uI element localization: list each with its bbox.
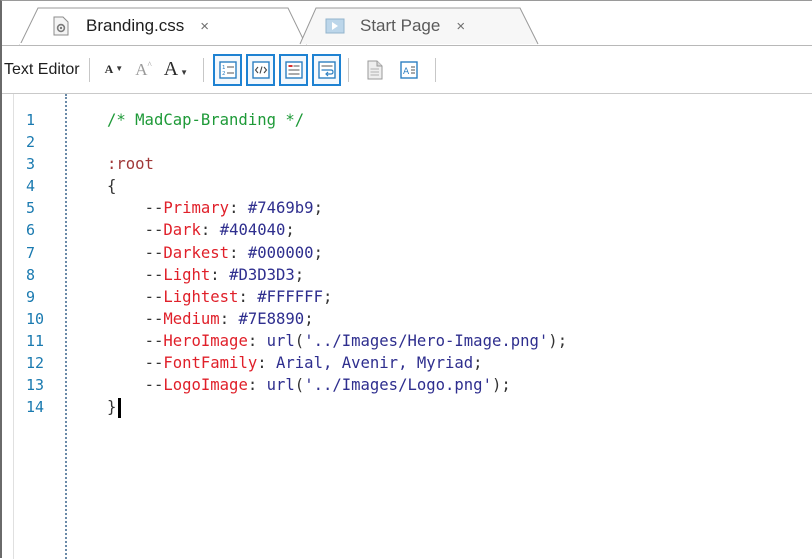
toolbar-separator: [435, 57, 437, 82]
toolbar-separator: [348, 57, 350, 82]
code-line-declaration: --Medium: #7E8890;: [144, 309, 314, 328]
line-number: 2: [26, 133, 36, 152]
svg-text:2: 2: [222, 71, 226, 77]
code-view-icon[interactable]: [246, 53, 276, 86]
line-numbers-icon[interactable]: 1 2: [213, 53, 243, 86]
css-property: Light: [163, 265, 211, 284]
css-property: LogoImage: [163, 376, 248, 395]
line-number: 10: [26, 309, 45, 328]
code-line-declaration: --LogoImage: url('../Images/Logo.png');: [144, 376, 511, 395]
tab-branding-css[interactable]: Branding.css ×: [2, 7, 320, 45]
toolbar-separator: [88, 57, 90, 82]
code-line-declaration: --Lightest: #FFFFFF;: [144, 287, 333, 306]
css-value: #404040: [219, 221, 286, 240]
code-line-open-brace: {: [107, 175, 567, 197]
code-editor[interactable]: 1 2 3 4 5 6 7 8 9 10 11 12 13 14 /* MadC…: [2, 94, 812, 559]
code-line-declaration: --Primary: #7469b9;: [144, 199, 323, 218]
document-icon[interactable]: [362, 57, 388, 83]
code-line-close-brace: }: [107, 396, 567, 418]
tab-label: Start Page: [360, 16, 441, 35]
css-value: #7E8890: [238, 309, 305, 328]
text-caret: [118, 397, 121, 418]
code-line-comment: /* MadCap-Branding */: [107, 109, 567, 131]
css-property: FontFamily: [163, 354, 258, 373]
line-number: 14: [26, 398, 45, 417]
css-value: #FFFFFF: [257, 287, 323, 306]
code-line-selector: :root: [107, 153, 567, 175]
close-tab-icon[interactable]: ×: [456, 18, 465, 35]
close-brace: }: [107, 398, 117, 417]
line-number: 7: [26, 243, 36, 262]
text-editor-window: Branding.css × Start Page × Text Editor …: [0, 0, 812, 559]
code-line-declaration: --Darkest: #000000;: [144, 243, 323, 262]
css-file-gear-icon: [50, 15, 72, 37]
line-number: 8: [26, 265, 36, 284]
css-url-function: url: [266, 376, 295, 395]
css-property: Primary: [163, 199, 230, 218]
code-line-declaration: --Light: #D3D3D3;: [144, 265, 305, 284]
highlight-icon[interactable]: [279, 53, 309, 86]
toolbar-title: Text Editor: [4, 60, 80, 78]
line-number: 13: [26, 376, 45, 395]
css-property: Darkest: [163, 243, 230, 262]
line-number: 4: [26, 177, 36, 196]
css-property: Medium: [163, 309, 220, 328]
css-url-function: url: [266, 331, 295, 350]
line-number-gutter: 1 2 3 4 5 6 7 8 9 10 11 12 13 14: [16, 109, 66, 418]
css-value: #000000: [247, 243, 314, 262]
line-number: 9: [26, 287, 36, 306]
css-value: #D3D3D3: [229, 265, 295, 284]
css-url-path: '../Images/Hero-Image.png': [304, 331, 549, 350]
text-box-icon[interactable]: A: [396, 57, 422, 83]
close-tab-icon[interactable]: ×: [200, 18, 209, 35]
line-number: 6: [26, 221, 36, 240]
word-wrap-icon[interactable]: [312, 53, 342, 86]
code-line-declaration: --FontFamily: Arial, Avenir, Myriad;: [144, 354, 483, 373]
code-line-declaration: --Dark: #404040;: [144, 221, 295, 240]
line-number: 5: [26, 199, 36, 218]
text-editor-toolbar: Text Editor A ▼ A ^ A ▼ 1 2 A: [2, 46, 812, 94]
editor-left-margin: [2, 94, 14, 559]
css-property: Lightest: [163, 287, 239, 306]
code-line-declaration: --HeroImage: url('../Images/Hero-Image.p…: [144, 331, 568, 350]
code-text[interactable]: /* MadCap-Branding */ :root { --Primary:…: [107, 109, 567, 418]
tab-label: Branding.css: [86, 16, 185, 35]
line-number: 11: [26, 331, 45, 350]
tab-start-page[interactable]: Start Page ×: [286, 7, 556, 45]
line-number: 3: [26, 155, 36, 174]
start-page-icon: [324, 15, 346, 37]
open-brace: {: [107, 177, 117, 196]
css-value: #7469b9: [247, 199, 314, 218]
font-size-small-icon[interactable]: A ▼: [105, 62, 124, 77]
increase-font-icon[interactable]: A ^: [135, 60, 152, 80]
svg-text:A: A: [403, 67, 410, 77]
css-url-path: '../Images/Logo.png': [304, 376, 492, 395]
document-tab-strip: Branding.css × Start Page ×: [2, 1, 812, 46]
css-comment: /* MadCap-Branding */: [107, 111, 305, 129]
css-value: Arial, Avenir, Myriad: [276, 354, 474, 373]
font-size-large-icon[interactable]: A ▼: [164, 58, 188, 81]
toolbar-separator: [203, 57, 205, 82]
line-number: 1: [26, 111, 36, 129]
css-property: Dark: [163, 221, 201, 240]
css-selector: :root: [107, 155, 154, 174]
css-property: HeroImage: [163, 331, 248, 350]
line-number: 12: [26, 354, 45, 373]
